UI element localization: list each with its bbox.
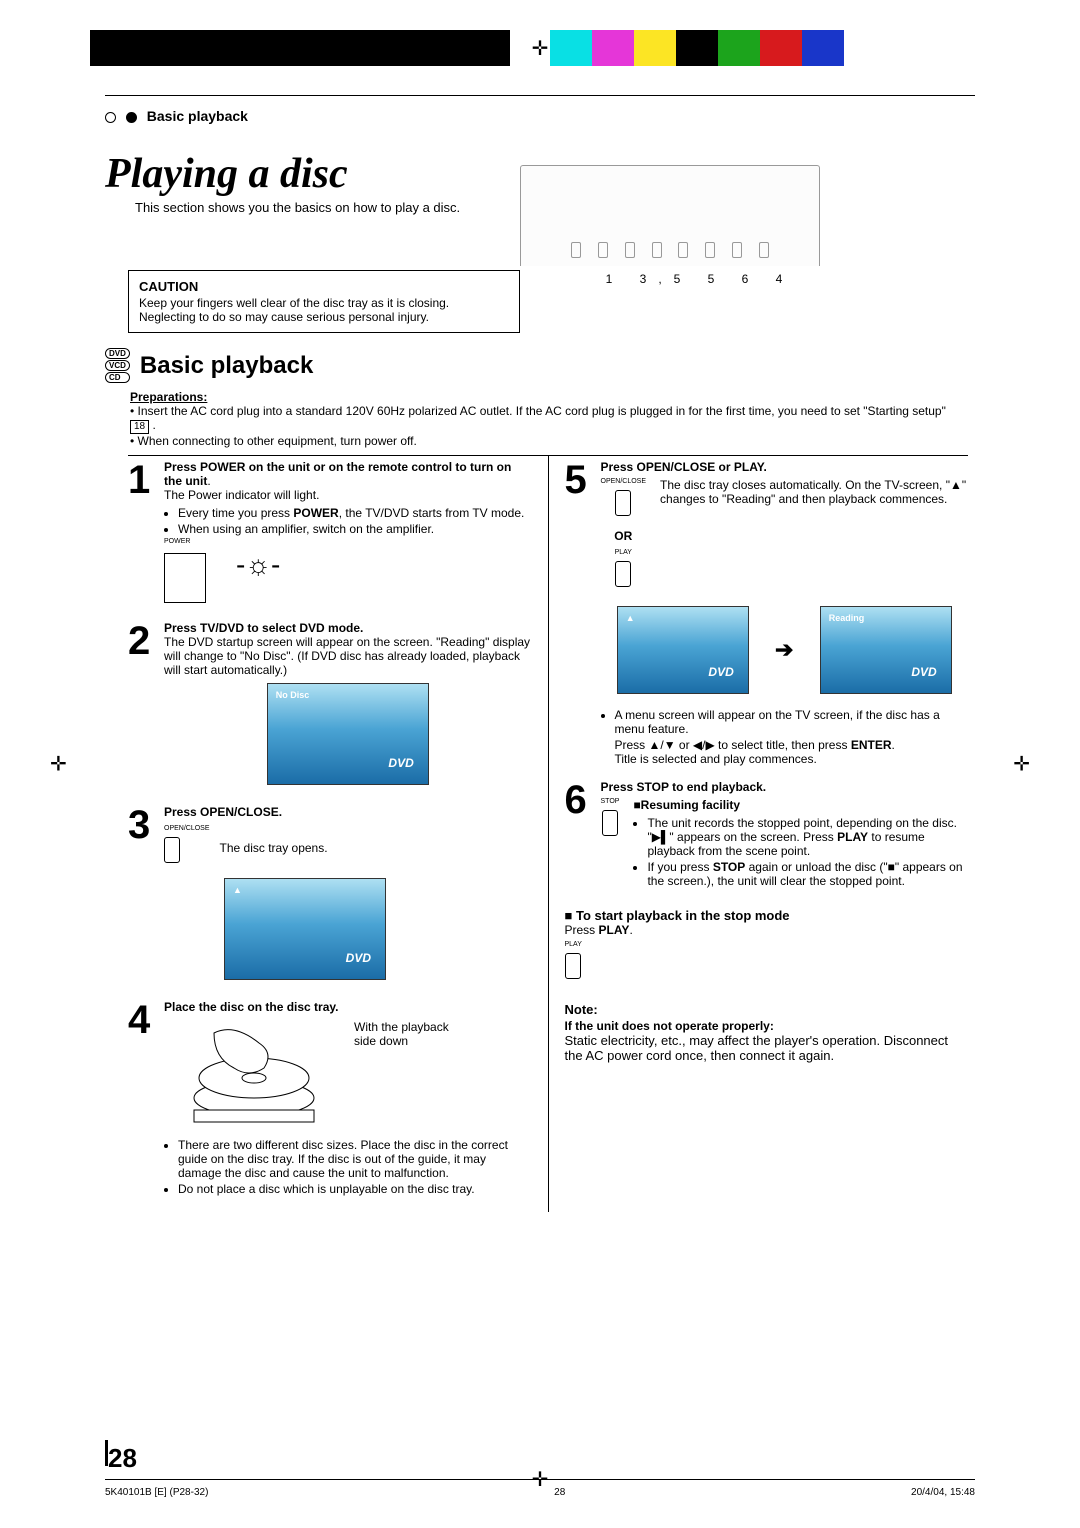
step-2: 2 Press TV/DVD to select DVD mode. The D… xyxy=(128,621,532,791)
filled-dot-icon xyxy=(126,112,137,123)
step1-head: Press POWER on the unit or on the remote… xyxy=(164,460,511,488)
step-3: 3 Press OPEN/CLOSE. OPEN/CLOSE The disc … xyxy=(128,805,532,986)
step5-head: Press OPEN/CLOSE or PLAY. xyxy=(601,460,767,474)
caution-box: CAUTION Keep your fingers well clear of … xyxy=(128,270,520,333)
step4-head: Place the disc on the disc tray. xyxy=(164,1000,339,1014)
step6-head: Press STOP to end playback. xyxy=(601,780,767,794)
note-block: Note: If the unit does not operate prope… xyxy=(565,1002,969,1063)
step1-line1: The Power indicator will light. xyxy=(164,488,319,502)
dvd-logo-icon: DVD xyxy=(346,951,371,965)
step3-line: The disc tray opens. xyxy=(220,841,328,855)
to-start-block: ■ To start playback in the stop mode Pre… xyxy=(565,908,969,986)
print-footer: 5K40101B [E] (P28-32) 28 20/4/04, 15:48 xyxy=(105,1487,975,1498)
tv-screen-eject2: ▲ DVD xyxy=(617,606,749,694)
step2-head: Press TV/DVD to select DVD mode. xyxy=(164,621,363,635)
registration-mark-top: ✛ xyxy=(532,36,549,61)
tv-screen-reading: Reading DVD xyxy=(820,606,952,694)
preparations-item2: When connecting to other equipment, turn… xyxy=(138,434,417,448)
power-label: POWER xyxy=(164,538,532,545)
hand-placing-disc-icon xyxy=(164,1018,344,1128)
play-button-icon xyxy=(615,561,631,587)
play-button-icon xyxy=(565,953,581,979)
open-dot-icon xyxy=(105,112,116,123)
step4-bullet2: Do not place a disc which is unplayable … xyxy=(178,1182,532,1196)
running-head-row: Basic playback xyxy=(105,108,975,124)
step-6: 6 Press STOP to end playback. STOP ■Resu… xyxy=(565,780,969,890)
section-basic-playback: DVD VCD CD Basic playback xyxy=(105,348,313,383)
open-close-button-icon xyxy=(164,837,180,863)
tv-screen-eject: ▲ DVD xyxy=(224,878,386,980)
step-number-4: 4 xyxy=(128,1000,156,1198)
caution-body: Keep your fingers well clear of the disc… xyxy=(139,296,449,324)
step5-menu-note: A menu screen will appear on the TV scre… xyxy=(615,708,969,736)
device-callout-numbers: 1 3,5 5 6 4 xyxy=(520,272,820,286)
page-number: 28 xyxy=(108,1443,137,1474)
page-intro: This section shows you the basics on how… xyxy=(135,200,460,215)
step-number-5: 5 xyxy=(565,460,593,766)
registration-mark-right: ✛ xyxy=(1013,752,1030,777)
note-subhead: If the unit does not operate properly: xyxy=(565,1019,774,1033)
power-indicator-icon xyxy=(164,553,206,603)
step-1: 1 Press POWER on the unit or on the remo… xyxy=(128,460,532,607)
print-color-bar xyxy=(90,30,844,66)
arrow-right-icon: ➔ xyxy=(775,637,793,663)
step-number-1: 1 xyxy=(128,460,156,607)
section-heading-text: Basic playback xyxy=(140,352,313,380)
resuming-head: ■Resuming facility xyxy=(633,798,740,812)
step5-line1: The disc tray closes automatically. On t… xyxy=(660,478,968,506)
stop-button-icon xyxy=(602,810,618,836)
step-number-3: 3 xyxy=(128,805,156,986)
step-5: 5 Press OPEN/CLOSE or PLAY. OPEN/CLOSE O… xyxy=(565,460,969,766)
footer-doc-id: 5K40101B [E] (P28-32) xyxy=(105,1487,208,1498)
footer-page: 28 xyxy=(554,1487,565,1498)
open-close-button-icon xyxy=(615,490,631,516)
step4-bullet1: There are two different disc sizes. Plac… xyxy=(178,1138,532,1180)
page-ref-18: 18 xyxy=(130,420,149,434)
step-number-2: 2 xyxy=(128,621,156,791)
step3-head: Press OPEN/CLOSE. xyxy=(164,805,282,819)
footer-date: 20/4/04, 15:48 xyxy=(911,1487,975,1498)
step2-line: The DVD startup screen will appear on th… xyxy=(164,635,530,677)
step-4: 4 Place the disc on the disc tray. xyxy=(128,1000,532,1198)
step4-side-note: With the playback side down xyxy=(354,1020,474,1048)
lamp-icon: -☼- xyxy=(236,549,280,581)
registration-mark-left: ✛ xyxy=(50,752,67,777)
running-head-text: Basic playback xyxy=(147,108,248,124)
disc-type-icons: DVD VCD CD xyxy=(105,348,130,383)
page-title: Playing a disc xyxy=(105,150,460,198)
tv-screen-nodisc: No Disc DVD xyxy=(267,683,429,785)
preparations-item1: Insert the AC cord plug into a standard … xyxy=(138,404,946,418)
preparations-block: Preparations: • Insert the AC cord plug … xyxy=(130,390,965,448)
note-body: Static electricity, etc., may affect the… xyxy=(565,1033,949,1063)
caution-head: CAUTION xyxy=(139,279,509,294)
dvd-logo-icon: DVD xyxy=(388,756,413,770)
preparations-head: Preparations: xyxy=(130,390,965,404)
step-number-6: 6 xyxy=(565,780,593,890)
device-figure: 1 3,5 5 6 4 xyxy=(520,165,820,286)
